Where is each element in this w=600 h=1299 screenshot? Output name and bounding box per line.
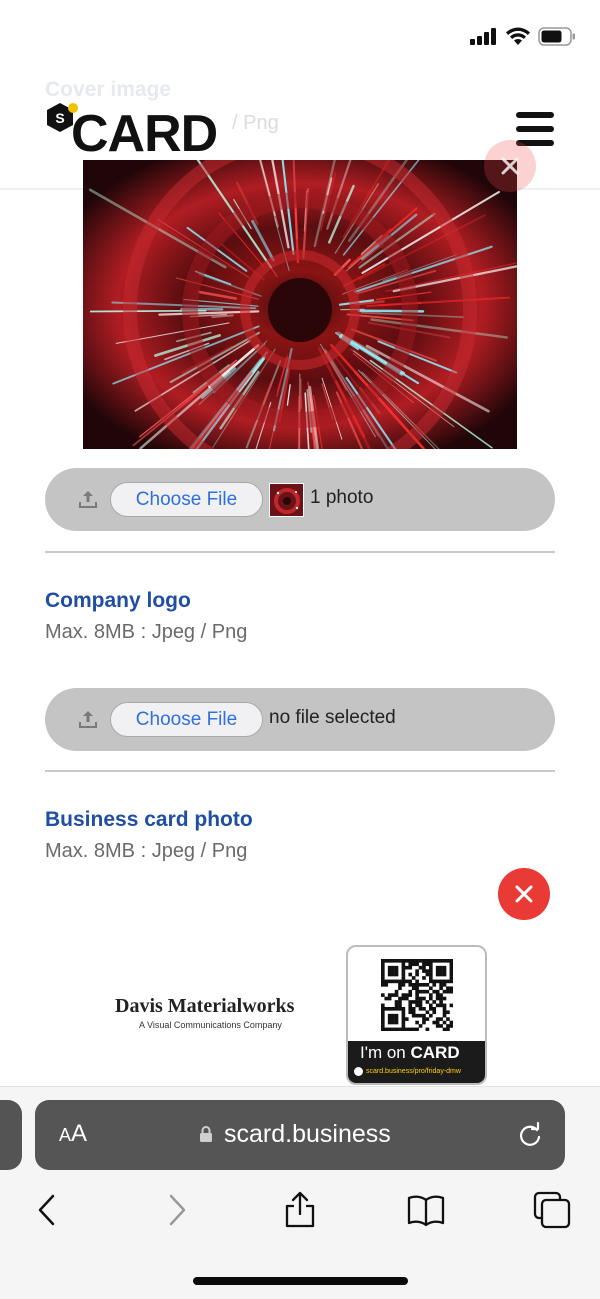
- wifi-icon: [506, 27, 530, 45]
- aa-small: A: [59, 1125, 72, 1145]
- reload-icon[interactable]: [515, 1120, 545, 1150]
- back-icon[interactable]: [28, 1190, 68, 1230]
- home-indicator: [193, 1277, 408, 1285]
- logo-file-input[interactable]: Choose File no file selected: [45, 688, 555, 751]
- cover-image-preview: [83, 160, 517, 449]
- link-icon: [354, 1067, 363, 1076]
- company-logo-hint: Max. 8MB : Jpeg / Png: [45, 621, 248, 643]
- business-card-photo-label: Business card photo: [45, 808, 253, 831]
- bookmarks-icon[interactable]: [406, 1190, 446, 1230]
- lock-icon: [200, 1126, 212, 1142]
- business-card-tagline: A Visual Communications Company: [139, 1020, 282, 1030]
- cellular-signal-icon: [470, 27, 498, 45]
- qr-code-icon: [381, 959, 453, 1031]
- cover-file-input[interactable]: Choose File 1 photo: [45, 468, 555, 531]
- forward-icon[interactable]: [156, 1190, 196, 1230]
- upload-icon: [79, 491, 97, 508]
- qr-banner: I'm on CARD scard.business/pro/friday-dm…: [348, 1041, 485, 1083]
- scard-logo[interactable]: S CARD: [45, 100, 235, 164]
- qr-banner-brand: CARD: [410, 1043, 460, 1062]
- share-icon[interactable]: [280, 1190, 320, 1230]
- logo-badge-letter: S: [55, 110, 64, 126]
- tabs-icon[interactable]: [532, 1190, 572, 1230]
- cover-image-hint: / Png: [232, 112, 279, 134]
- section-divider: [45, 770, 555, 772]
- choose-file-button[interactable]: Choose File: [110, 702, 263, 737]
- close-icon: [515, 885, 533, 903]
- section-divider: [45, 551, 555, 553]
- url-text: scard.business: [224, 1120, 391, 1148]
- cover-image-label: Cover image: [45, 78, 172, 101]
- choose-file-button[interactable]: Choose File: [110, 482, 263, 517]
- battery-icon: [538, 27, 575, 46]
- business-card-company-name: Davis Materialworks: [115, 995, 295, 1017]
- cover-remove-button[interactable]: [484, 140, 536, 192]
- business-card-qr-badge: I'm on CARD scard.business/pro/friday-dm…: [346, 945, 487, 1085]
- reader-options-button[interactable]: AA: [59, 1120, 87, 1148]
- address-bar[interactable]: AA scard.business: [35, 1100, 565, 1170]
- business-card-remove-button[interactable]: [498, 868, 550, 920]
- file-status-text: no file selected: [269, 707, 396, 728]
- close-icon: [501, 157, 519, 175]
- business-card-photo-hint: Max. 8MB : Jpeg / Png: [45, 840, 248, 862]
- status-bar: [0, 0, 600, 60]
- qr-banner-url: scard.business/pro/friday-dmw: [366, 1068, 461, 1075]
- selected-file-thumbnail: [269, 483, 304, 517]
- logo-wordmark: CARD: [71, 105, 218, 163]
- aa-large: A: [71, 1120, 88, 1147]
- upload-icon: [79, 711, 97, 728]
- file-status-text: 1 photo: [310, 487, 374, 508]
- company-logo-label: Company logo: [45, 589, 191, 612]
- previous-tab-peek[interactable]: [0, 1100, 22, 1170]
- qr-banner-prefix: I'm on: [360, 1043, 411, 1062]
